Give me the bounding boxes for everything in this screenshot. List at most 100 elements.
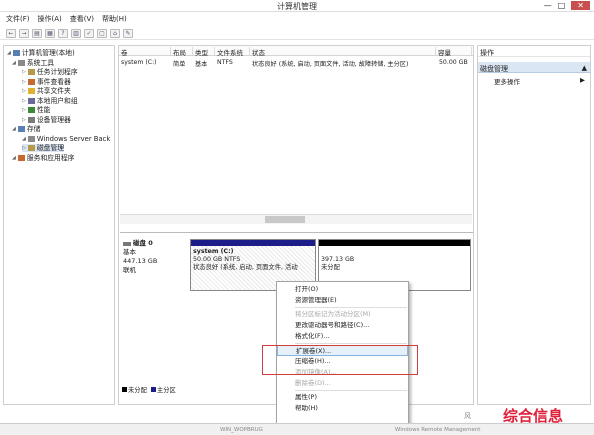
expand-arrow-icon[interactable]: ▷ <box>22 116 26 124</box>
edit-icon[interactable]: ✎ <box>123 29 133 38</box>
tree-item[interactable]: ◢ 系统工具 <box>12 59 54 67</box>
col-capacity[interactable]: 容量 <box>436 47 472 57</box>
disk-name: 磁盘 0 <box>133 239 153 247</box>
strip-text-left: WIN_WOPBRUG <box>220 426 263 433</box>
services-icon <box>17 154 25 161</box>
tree-item-label: Windows Server Back <box>36 134 111 143</box>
expand-arrow-icon[interactable]: ▷ <box>22 106 26 114</box>
forward-icon[interactable]: → <box>19 29 29 38</box>
disk-icon <box>27 145 35 151</box>
close-button[interactable]: ✕ <box>571 1 590 10</box>
folder-icon <box>27 88 35 94</box>
tree-item[interactable]: ◢ 服务和应用程序 <box>12 154 74 162</box>
tree-item-label: 事件查看器 <box>36 77 71 86</box>
volume-list-header: 卷 布局 类型 文件系统 状态 容量 <box>119 46 473 57</box>
event-icon <box>27 78 35 85</box>
menu-separator <box>295 343 407 344</box>
tree-item[interactable]: ▷ 磁盘管理 <box>22 144 65 152</box>
expand-arrow-icon[interactable]: ▷ <box>22 78 26 86</box>
watermark-subtext: 风 <box>464 412 471 420</box>
col-layout[interactable]: 布局 <box>171 47 193 57</box>
check-icon[interactable]: ✓ <box>84 29 94 38</box>
col-volume[interactable]: 卷 <box>119 47 171 57</box>
legend-item-unallocated: 未分配 <box>122 385 147 394</box>
expand-arrow-icon[interactable]: ◢ <box>7 49 11 57</box>
tree-item[interactable]: ▷ 任务计划程序 <box>22 68 78 76</box>
expand-arrow-icon[interactable]: ▷ <box>22 87 26 95</box>
context-menu-item[interactable]: 属性(P) <box>277 392 408 403</box>
expand-arrow-icon[interactable]: ▷ <box>22 144 26 152</box>
tree-item[interactable]: ◢ 存储 <box>12 125 40 133</box>
cell-filesystem: NTFS <box>217 59 233 66</box>
cell-volume: system (C:) <box>121 59 157 66</box>
expand-arrow-icon[interactable]: ◢ <box>12 59 16 67</box>
toolbar: ← → ▤ ▦ ? ▥ ✓ ▢ ⌂ ✎ <box>0 28 594 40</box>
tree-item[interactable]: ▷ 本地用户和组 <box>22 97 78 105</box>
context-menu-item[interactable]: 打开(O) <box>277 284 408 295</box>
legend: 未分配 主分区 <box>122 385 176 394</box>
help-icon[interactable]: ? <box>58 29 68 38</box>
maximize-button[interactable]: □ <box>558 1 566 10</box>
expand-arrow-icon[interactable]: ◢ <box>12 125 16 133</box>
unallocated-spacer <box>321 248 468 256</box>
menu-separator <box>295 390 407 391</box>
title-bar: 计算机管理 — □ ✕ <box>0 0 594 12</box>
disk-icon <box>123 241 131 246</box>
context-menu-item[interactable]: 资源管理器(E) <box>277 295 408 306</box>
device-icon <box>27 116 35 123</box>
disk-info[interactable]: 磁盘 0 基本 447.13 GB 联机 <box>123 239 185 294</box>
context-menu-item[interactable]: 帮助(H) <box>277 403 408 414</box>
watermark-logo: 综合信息 <box>503 407 564 425</box>
menu-view[interactable]: 查看(V) <box>70 14 94 25</box>
back-icon[interactable]: ← <box>6 29 16 38</box>
cell-status: 状态良好 (系统, 启动, 页面文件, 活动, 故障转储, 主分区) <box>252 61 409 68</box>
col-type[interactable]: 类型 <box>193 47 215 57</box>
actions-title: 操作 <box>478 46 590 57</box>
col-status[interactable]: 状态 <box>250 47 436 57</box>
backup-icon <box>27 135 35 142</box>
show-tree-icon[interactable]: ▤ <box>32 29 42 38</box>
context-menu-item[interactable]: 格式化(F)... <box>277 331 408 342</box>
expand-arrow-icon[interactable]: ◢ <box>22 135 26 143</box>
tree-item[interactable]: ▷ 事件查看器 <box>22 78 71 86</box>
view-icon[interactable]: ▥ <box>71 29 81 38</box>
partition-name: system (C:) <box>193 248 234 255</box>
expand-arrow-icon[interactable]: ▷ <box>22 68 26 76</box>
properties-icon[interactable]: ▦ <box>45 29 55 38</box>
more-actions-link[interactable]: 更多操作 ▶ <box>494 76 585 86</box>
tools-icon <box>17 59 25 66</box>
home-icon[interactable]: ⌂ <box>110 29 120 38</box>
highlight-annotation-box <box>262 345 418 375</box>
partition-size: 50.00 GB NTFS <box>193 256 241 263</box>
tree-item[interactable]: ▷ 共享文件夹 <box>22 87 71 95</box>
unallocated-size: 397.13 GB <box>321 256 355 263</box>
cell-layout: 简单 <box>173 61 186 68</box>
tree-item[interactable]: ◢ Windows Server Back <box>22 135 110 143</box>
tree-item[interactable]: ▷ 性能 <box>22 106 50 114</box>
expand-arrow-icon[interactable]: ▷ <box>22 97 26 105</box>
horizontal-scrollbar[interactable] <box>120 214 472 224</box>
minimize-button[interactable]: — <box>544 1 552 10</box>
table-row[interactable]: system (C:) 简单 基本 NTFS 状态良好 (系统, 启动, 页面文… <box>119 59 473 68</box>
menu-file[interactable]: 文件(F) <box>6 14 30 25</box>
tree-item-label: 磁盘管理 <box>36 144 65 152</box>
col-filesystem[interactable]: 文件系统 <box>215 47 250 57</box>
context-menu-item[interactable]: 更改驱动器号和路径(C)... <box>277 320 408 331</box>
actions-pane: 操作 磁盘管理 ▲ 更多操作 ▶ <box>477 45 591 405</box>
collapse-icon[interactable]: ▲ <box>582 64 587 72</box>
window-title: 计算机管理 <box>277 2 317 11</box>
tree-item-label: 设备管理器 <box>36 115 71 124</box>
disk-view-icon[interactable]: ▢ <box>97 29 107 38</box>
tree-item[interactable]: ▷ 设备管理器 <box>22 116 71 124</box>
clock-icon <box>27 69 35 75</box>
legend-item-primary: 主分区 <box>150 385 176 394</box>
menu-action[interactable]: 操作(A) <box>38 14 62 25</box>
tree-item[interactable]: ◢ 计算机管理(本地) <box>7 49 75 57</box>
disk-type: 基本 <box>123 248 136 256</box>
actions-section-disk-management[interactable]: 磁盘管理 ▲ <box>478 62 590 73</box>
menu-help[interactable]: 帮助(H) <box>102 14 127 25</box>
scrollbar-thumb[interactable] <box>265 216 305 223</box>
disk-state: 联机 <box>123 266 136 274</box>
cell-capacity: 50.00 GB <box>439 59 468 66</box>
expand-arrow-icon[interactable]: ◢ <box>12 154 16 162</box>
